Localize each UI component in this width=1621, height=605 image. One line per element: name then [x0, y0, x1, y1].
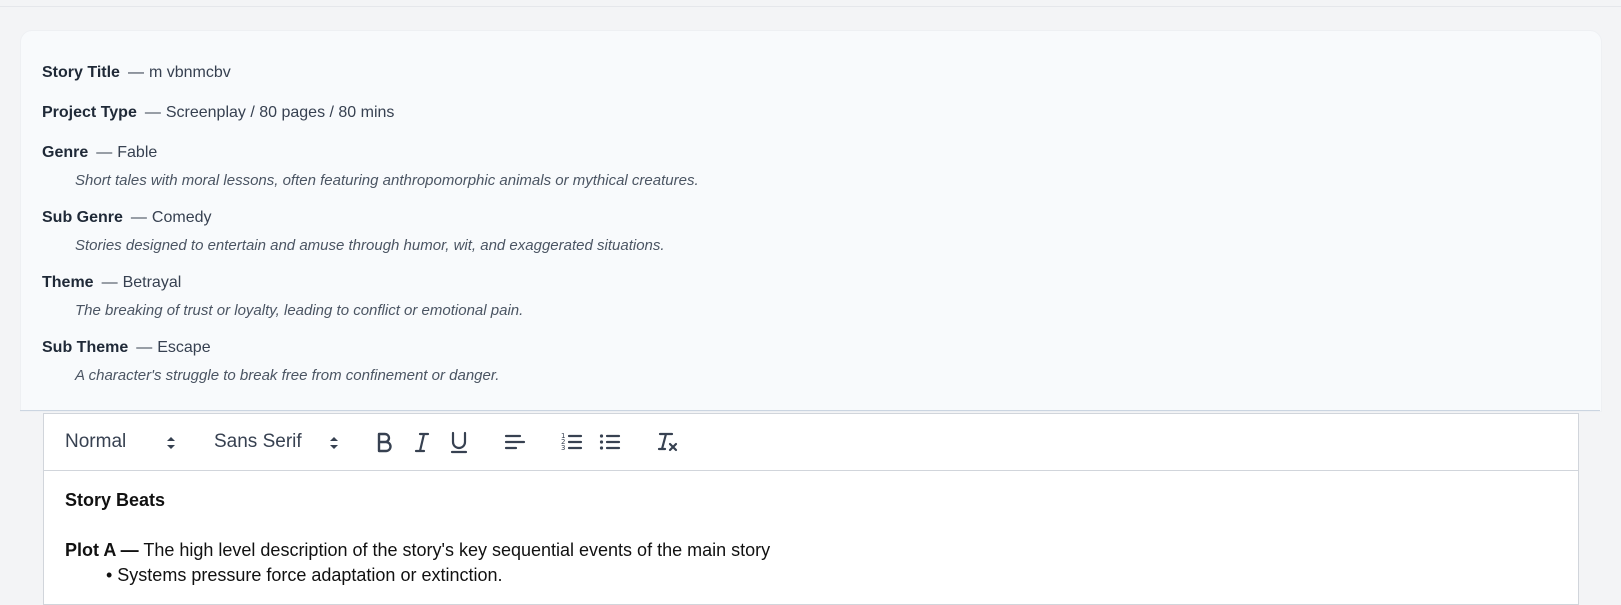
top-divider: [0, 6, 1621, 7]
bullet-list-button[interactable]: [597, 429, 623, 455]
meta-value: Escape: [157, 339, 211, 356]
chevron-updown-icon: [328, 434, 340, 458]
meta-description: A character's struggle to break free fro…: [75, 367, 500, 384]
rich-text-editor: Normal Sans Serif 1 2 3 Story Beats Plot…: [43, 413, 1579, 605]
meta-description: Stories designed to entertain and amuse …: [75, 237, 665, 254]
meta-value: Fable: [117, 144, 158, 161]
meta-dash: —: [130, 209, 147, 226]
meta-label: Sub Theme: [42, 339, 129, 356]
plot-a-bullet: • Systems pressure force adaptation or e…: [106, 565, 503, 585]
plot-a-text: The high level description of the story'…: [138, 540, 771, 560]
story-meta-card: Story Title — m vbnmcbv Project Type — Screen…: [20, 30, 1602, 412]
meta-dash: —: [101, 274, 118, 291]
meta-value: Comedy: [151, 209, 212, 226]
meta-value: m vbnmcbv: [148, 64, 231, 81]
plot-a-line: Plot A — The high level description of t…: [65, 538, 1558, 563]
meta-label: Project Type: [42, 104, 137, 121]
meta-label: Story Title: [42, 64, 120, 81]
underline-icon: [450, 431, 468, 454]
meta-label: Sub Genre: [42, 209, 123, 226]
meta-description: The breaking of trust or loyalty, leadin…: [75, 302, 524, 319]
meta-value: Betrayal: [122, 274, 182, 291]
meta-row: Story Title — m vbnmcbv: [42, 63, 231, 83]
heading-select-value: Normal: [65, 431, 127, 452]
meta-dash: —: [136, 339, 153, 356]
meta-dash: —: [144, 104, 161, 121]
svg-text:3: 3: [561, 444, 565, 452]
meta-value: Screenplay / 80 pages / 80 mins: [165, 104, 395, 121]
meta-label: Genre: [42, 144, 89, 161]
meta-row: Sub Genre — Comedy: [42, 208, 211, 228]
meta-dash: —: [96, 144, 113, 161]
bold-button[interactable]: [371, 429, 397, 455]
underline-button[interactable]: [446, 429, 472, 455]
align-left-icon: [504, 434, 526, 450]
italic-button[interactable]: [409, 429, 435, 455]
meta-description: Short tales with moral lessons, often fe…: [75, 172, 699, 189]
editor-content[interactable]: Story Beats Plot A — The high level desc…: [65, 488, 1558, 588]
section-divider: [20, 410, 1600, 411]
meta-row: Genre — Fable: [42, 143, 157, 163]
font-select-value: Sans Serif: [214, 431, 302, 452]
align-left-button[interactable]: [502, 429, 528, 455]
ordered-list-icon: 1 2 3: [561, 432, 583, 452]
bullet-list-icon: [599, 434, 621, 450]
meta-row: Project Type — Screenplay / 80 pages / 80 …: [42, 103, 394, 123]
font-select[interactable]: Sans Serif: [214, 430, 344, 454]
story-beats-heading: Story Beats: [65, 490, 166, 510]
meta-row: Sub Theme — Escape: [42, 338, 211, 358]
italic-icon: [414, 432, 430, 453]
meta-label: Theme: [42, 274, 94, 291]
bold-icon: [377, 432, 392, 453]
editor-toolbar: Normal Sans Serif 1 2 3: [44, 414, 1578, 471]
meta-row: Theme — Betrayal: [42, 273, 181, 293]
chevron-updown-icon: [165, 434, 177, 458]
clear-format-button[interactable]: [655, 429, 681, 455]
meta-dash: —: [127, 64, 144, 81]
plot-a-label: Plot A —: [65, 540, 139, 560]
heading-select[interactable]: Normal: [65, 430, 180, 454]
clear-format-icon: [657, 432, 678, 452]
ordered-list-button[interactable]: 1 2 3: [559, 429, 585, 455]
